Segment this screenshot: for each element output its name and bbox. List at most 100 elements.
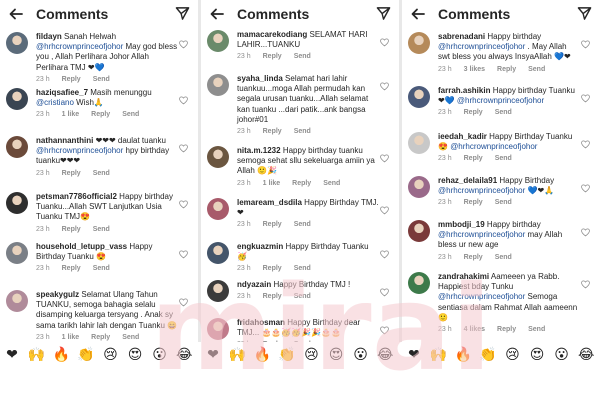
- mention-link[interactable]: @hrhcrownprinceofjohor: [438, 186, 525, 195]
- avatar[interactable]: [6, 290, 28, 312]
- comment-username[interactable]: sabrenadani: [438, 32, 485, 41]
- comment-username[interactable]: zandrahakimi: [438, 272, 489, 281]
- send-button[interactable]: Send: [528, 326, 545, 333]
- like-heart-icon[interactable]: [380, 82, 389, 91]
- send-button[interactable]: Send: [495, 199, 512, 206]
- emoji-reaction-button[interactable]: ❤: [404, 346, 424, 364]
- emoji-reaction-button[interactable]: 😍: [326, 346, 346, 364]
- send-button[interactable]: Send: [122, 111, 139, 118]
- avatar[interactable]: [207, 318, 229, 340]
- send-button[interactable]: Send: [93, 265, 110, 272]
- comment-username[interactable]: fridahosman: [237, 318, 285, 327]
- reply-button[interactable]: Reply: [62, 170, 81, 177]
- reply-button[interactable]: Reply: [263, 221, 282, 228]
- comment-username[interactable]: engkuazmin: [237, 242, 283, 251]
- avatar[interactable]: [6, 192, 28, 214]
- emoji-reaction-button[interactable]: 🙌: [228, 346, 248, 364]
- emoji-reaction-button[interactable]: ❤: [2, 346, 22, 364]
- like-heart-icon[interactable]: [179, 96, 188, 105]
- emoji-reaction-button[interactable]: 😂: [576, 346, 596, 364]
- reply-button[interactable]: Reply: [263, 53, 282, 60]
- like-heart-icon[interactable]: [380, 206, 389, 215]
- like-heart-icon[interactable]: [581, 280, 590, 289]
- comment-likes[interactable]: 1 like: [263, 180, 281, 187]
- reply-button[interactable]: Reply: [62, 76, 81, 83]
- send-button[interactable]: Send: [495, 155, 512, 162]
- mention-link[interactable]: @hrhcrownprinceofjohor: [438, 292, 525, 301]
- emoji-reaction-button[interactable]: 🔥: [51, 346, 71, 364]
- reply-button[interactable]: Reply: [497, 66, 516, 73]
- avatar[interactable]: [207, 146, 229, 168]
- comment-likes[interactable]: 1 like: [62, 111, 80, 118]
- emoji-reaction-button[interactable]: 😍: [125, 346, 145, 364]
- like-heart-icon[interactable]: [179, 250, 188, 259]
- avatar[interactable]: [207, 242, 229, 264]
- send-button[interactable]: Send: [495, 109, 512, 116]
- avatar[interactable]: [207, 198, 229, 220]
- arrow-left-icon[interactable]: [8, 6, 24, 22]
- send-button[interactable]: Send: [528, 66, 545, 73]
- reply-button[interactable]: Reply: [62, 226, 81, 233]
- avatar[interactable]: [408, 32, 430, 54]
- avatar[interactable]: [408, 176, 430, 198]
- like-heart-icon[interactable]: [179, 298, 188, 307]
- reply-button[interactable]: Reply: [263, 293, 282, 300]
- comment-username[interactable]: lemaream_dsdila: [237, 198, 302, 207]
- arrow-left-icon[interactable]: [209, 6, 225, 22]
- avatar[interactable]: [6, 242, 28, 264]
- like-heart-icon[interactable]: [380, 154, 389, 163]
- emoji-reaction-button[interactable]: ❤: [203, 346, 223, 364]
- comment-likes[interactable]: 3 likes: [464, 66, 485, 73]
- like-heart-icon[interactable]: [581, 140, 590, 149]
- send-button[interactable]: Send: [294, 128, 311, 135]
- like-heart-icon[interactable]: [179, 200, 188, 209]
- like-heart-icon[interactable]: [380, 326, 389, 335]
- send-button[interactable]: Send: [122, 334, 139, 341]
- comment-username[interactable]: fildayn: [36, 32, 62, 41]
- emoji-reaction-button[interactable]: 👏: [76, 346, 96, 364]
- emoji-reaction-button[interactable]: 😢: [100, 346, 120, 364]
- reply-button[interactable]: Reply: [91, 111, 110, 118]
- reply-button[interactable]: Reply: [464, 254, 483, 261]
- mention-link[interactable]: @hrhcrownprinceofjohor: [438, 230, 525, 239]
- emoji-reaction-button[interactable]: 😮: [552, 346, 572, 364]
- mention-link[interactable]: @hrhcrownprinceofjohor: [36, 42, 123, 51]
- reply-button[interactable]: Reply: [497, 326, 516, 333]
- comment-username[interactable]: haziqsafiee_7: [36, 88, 88, 97]
- reply-button[interactable]: Reply: [62, 265, 81, 272]
- send-button[interactable]: Send: [93, 170, 110, 177]
- comment-username[interactable]: farrah.ashikin: [438, 86, 490, 95]
- emoji-reaction-button[interactable]: 🔥: [252, 346, 272, 364]
- send-button[interactable]: Send: [495, 254, 512, 261]
- emoji-reaction-button[interactable]: 🙌: [429, 346, 449, 364]
- comment-username[interactable]: mamacarekodiang: [237, 30, 307, 39]
- avatar[interactable]: [408, 132, 430, 154]
- comment-username[interactable]: rehaz_delaila91: [438, 176, 497, 185]
- like-heart-icon[interactable]: [179, 144, 188, 153]
- mention-link[interactable]: @hrhcrownprinceofjohor: [450, 142, 537, 151]
- emoji-reaction-button[interactable]: 👏: [277, 346, 297, 364]
- comment-likes[interactable]: 4 likes: [464, 326, 485, 333]
- mention-link[interactable]: @cristiano: [36, 98, 74, 107]
- comment-username[interactable]: ndyazain: [237, 280, 271, 289]
- emoji-reaction-button[interactable]: 😂: [174, 346, 194, 364]
- like-heart-icon[interactable]: [581, 228, 590, 237]
- emoji-reaction-button[interactable]: 😍: [527, 346, 547, 364]
- comment-username[interactable]: ieedah_kadir: [438, 132, 487, 141]
- emoji-reaction-button[interactable]: 😮: [351, 346, 371, 364]
- comment-username[interactable]: nita.m.1232: [237, 146, 281, 155]
- like-heart-icon[interactable]: [380, 288, 389, 297]
- send-button[interactable]: Send: [323, 180, 340, 187]
- comment-username[interactable]: nathannanthini: [36, 136, 93, 145]
- send-button[interactable]: Send: [93, 226, 110, 233]
- comment-username[interactable]: petsman7786official2: [36, 192, 117, 201]
- avatar[interactable]: [408, 272, 430, 294]
- avatar[interactable]: [207, 280, 229, 302]
- emoji-reaction-button[interactable]: 👏: [478, 346, 498, 364]
- comment-username[interactable]: speakygulz: [36, 290, 79, 299]
- avatar[interactable]: [408, 86, 430, 108]
- send-button[interactable]: Send: [294, 265, 311, 272]
- emoji-reaction-button[interactable]: 🔥: [453, 346, 473, 364]
- emoji-reaction-button[interactable]: 😢: [301, 346, 321, 364]
- avatar[interactable]: [6, 136, 28, 158]
